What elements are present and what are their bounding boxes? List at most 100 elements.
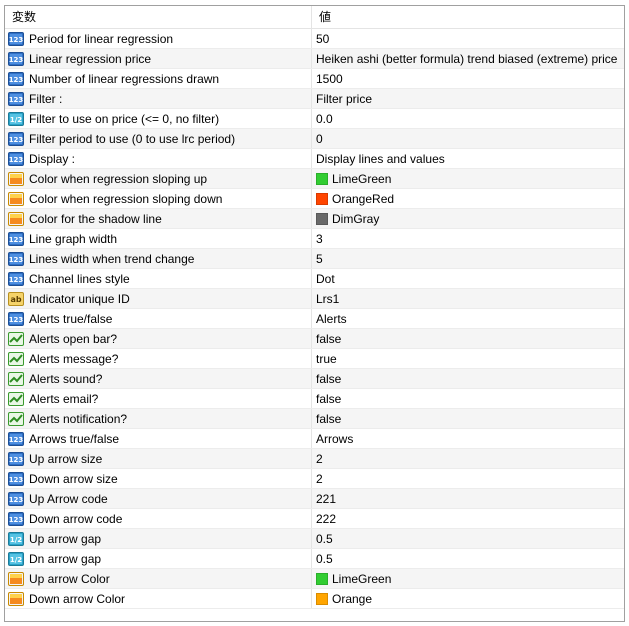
parameter-name-cell[interactable]: 123 Linear regression price bbox=[5, 49, 312, 68]
parameter-value-cell[interactable]: DimGray bbox=[312, 209, 624, 228]
parameter-row[interactable]: ab Indicator unique ID Lrs1 bbox=[5, 289, 624, 309]
color-swatch[interactable] bbox=[316, 572, 328, 585]
color-swatch[interactable] bbox=[316, 212, 328, 225]
parameter-row[interactable]: 123 Down arrow size 2 bbox=[5, 469, 624, 489]
parameter-value-cell[interactable]: 2 bbox=[312, 469, 624, 488]
parameter-row[interactable]: 123 Down arrow code 222 bbox=[5, 509, 624, 529]
parameter-value-cell[interactable]: 2 bbox=[312, 449, 624, 468]
parameter-row[interactable]: Alerts sound? false bbox=[5, 369, 624, 389]
parameter-value-cell[interactable]: Heiken ashi (better formula) trend biase… bbox=[312, 49, 624, 68]
color-swatch[interactable] bbox=[316, 192, 328, 205]
parameter-value-cell[interactable]: Dot bbox=[312, 269, 624, 288]
parameter-value-cell[interactable]: 1500 bbox=[312, 69, 624, 88]
parameter-value: 50 bbox=[316, 31, 330, 46]
column-header-name[interactable]: 変数 bbox=[5, 6, 312, 28]
parameter-value-cell[interactable]: 0 bbox=[312, 129, 624, 148]
parameter-name-cell[interactable]: 123 Line graph width bbox=[5, 229, 312, 248]
parameter-value-cell[interactable]: 3 bbox=[312, 229, 624, 248]
parameter-value-cell[interactable]: Orange bbox=[312, 589, 624, 608]
parameter-name-cell[interactable]: 123 Channel lines style bbox=[5, 269, 312, 288]
parameter-value-cell[interactable]: 222 bbox=[312, 509, 624, 528]
parameter-row[interactable]: Color when regression sloping down Orange… bbox=[5, 189, 624, 209]
color-swatch[interactable] bbox=[316, 592, 328, 605]
parameter-row[interactable]: 123 Filter period to use (0 to use lrc pe… bbox=[5, 129, 624, 149]
parameter-row[interactable]: Alerts notification? false bbox=[5, 409, 624, 429]
parameter-value-cell[interactable]: Alerts bbox=[312, 309, 624, 328]
parameter-name-cell[interactable]: Color when regression sloping up bbox=[5, 169, 312, 188]
parameter-value-cell[interactable]: 50 bbox=[312, 29, 624, 48]
parameter-name-cell[interactable]: Down arrow Color bbox=[5, 589, 312, 608]
parameter-name-cell[interactable]: 123 Period for linear regression bbox=[5, 29, 312, 48]
parameter-value-cell[interactable]: 0.5 bbox=[312, 529, 624, 548]
parameter-name-cell[interactable]: Alerts sound? bbox=[5, 369, 312, 388]
parameter-name-cell[interactable]: 1/2 Dn arrow gap bbox=[5, 549, 312, 568]
parameter-value-cell[interactable]: 221 bbox=[312, 489, 624, 508]
parameter-name-cell[interactable]: 123 Display : bbox=[5, 149, 312, 168]
parameter-row[interactable]: Alerts email? false bbox=[5, 389, 624, 409]
parameter-name-cell[interactable]: 123 Arrows true/false bbox=[5, 429, 312, 448]
parameter-value-cell[interactable]: Lrs1 bbox=[312, 289, 624, 308]
parameter-row[interactable]: Color for the shadow line DimGray bbox=[5, 209, 624, 229]
parameter-row[interactable]: 123 Period for linear regression 50 bbox=[5, 29, 624, 49]
parameter-name-cell[interactable]: Alerts notification? bbox=[5, 409, 312, 428]
parameter-name-cell[interactable]: 123 Up Arrow code bbox=[5, 489, 312, 508]
parameter-name-cell[interactable]: 1/2 Filter to use on price (<= 0, no filt… bbox=[5, 109, 312, 128]
parameter-row[interactable]: 123 Up Arrow code 221 bbox=[5, 489, 624, 509]
parameter-name-cell[interactable]: ab Indicator unique ID bbox=[5, 289, 312, 308]
parameter-value-cell[interactable]: 0.5 bbox=[312, 549, 624, 568]
parameter-name-cell[interactable]: 123 Lines width when trend change bbox=[5, 249, 312, 268]
parameter-name-cell[interactable]: Color when regression sloping down bbox=[5, 189, 312, 208]
parameter-row[interactable]: Down arrow Color Orange bbox=[5, 589, 624, 609]
parameter-name-cell[interactable]: 1/2 Up arrow gap bbox=[5, 529, 312, 548]
parameter-value-cell[interactable]: Filter price bbox=[312, 89, 624, 108]
parameter-name-cell[interactable]: 123 Alerts true/false bbox=[5, 309, 312, 328]
parameter-row[interactable]: Alerts open bar? false bbox=[5, 329, 624, 349]
parameter-row[interactable]: 123 Up arrow size 2 bbox=[5, 449, 624, 469]
parameter-name-cell[interactable]: 123 Down arrow code bbox=[5, 509, 312, 528]
integer-type-icon: 123 bbox=[8, 451, 24, 466]
parameter-row[interactable]: 1/2 Up arrow gap 0.5 bbox=[5, 529, 624, 549]
parameter-row[interactable]: 123 Arrows true/false Arrows bbox=[5, 429, 624, 449]
parameter-value-cell[interactable]: 0.0 bbox=[312, 109, 624, 128]
parameter-name-cell[interactable]: 123 Up arrow size bbox=[5, 449, 312, 468]
parameter-value: false bbox=[316, 331, 342, 346]
parameter-row[interactable]: 123 Channel lines style Dot bbox=[5, 269, 624, 289]
svg-text:123: 123 bbox=[9, 236, 24, 244]
parameter-name-cell[interactable]: 123 Filter : bbox=[5, 89, 312, 108]
parameter-value-cell[interactable]: true bbox=[312, 349, 624, 368]
parameter-row[interactable]: 123 Linear regression price Heiken ashi (b… bbox=[5, 49, 624, 69]
parameter-name-cell[interactable]: 123 Down arrow size bbox=[5, 469, 312, 488]
parameter-value-cell[interactable]: false bbox=[312, 409, 624, 428]
parameter-name-cell[interactable]: Color for the shadow line bbox=[5, 209, 312, 228]
parameter-row[interactable]: 123 Lines width when trend change 5 bbox=[5, 249, 624, 269]
color-swatch[interactable] bbox=[316, 172, 328, 185]
parameter-name-cell[interactable]: 123 Filter period to use (0 to use lrc pe… bbox=[5, 129, 312, 148]
parameter-value-cell[interactable]: false bbox=[312, 369, 624, 388]
parameter-row[interactable]: Up arrow Color LimeGreen bbox=[5, 569, 624, 589]
parameter-value-cell[interactable]: 5 bbox=[312, 249, 624, 268]
parameter-row[interactable]: 123 Line graph width 3 bbox=[5, 229, 624, 249]
parameter-row[interactable]: 1/2 Filter to use on price (<= 0, no filt… bbox=[5, 109, 624, 129]
parameter-name: Linear regression price bbox=[29, 51, 152, 66]
parameter-row[interactable]: 123 Alerts true/false Alerts bbox=[5, 309, 624, 329]
parameter-value-cell[interactable]: false bbox=[312, 389, 624, 408]
parameter-value-cell[interactable]: Display lines and values bbox=[312, 149, 624, 168]
column-header-value[interactable]: 値 bbox=[312, 6, 624, 28]
parameter-row[interactable]: Color when regression sloping up LimeGree… bbox=[5, 169, 624, 189]
parameter-row[interactable]: 123 Filter : Filter price bbox=[5, 89, 624, 109]
parameter-row[interactable]: 123 Number of linear regressions drawn 150… bbox=[5, 69, 624, 89]
parameter-name-cell[interactable]: Alerts open bar? bbox=[5, 329, 312, 348]
parameter-value-cell[interactable]: LimeGreen bbox=[312, 569, 624, 588]
parameter-name-cell[interactable]: Alerts message? bbox=[5, 349, 312, 368]
parameter-value-cell[interactable]: LimeGreen bbox=[312, 169, 624, 188]
parameter-row[interactable]: 123 Display : Display lines and values bbox=[5, 149, 624, 169]
parameter-value-cell[interactable]: false bbox=[312, 329, 624, 348]
parameter-name-cell[interactable]: Up arrow Color bbox=[5, 569, 312, 588]
parameter-row[interactable]: Alerts message? true bbox=[5, 349, 624, 369]
svg-text:1/2: 1/2 bbox=[10, 556, 22, 564]
parameter-value-cell[interactable]: OrangeRed bbox=[312, 189, 624, 208]
parameter-value-cell[interactable]: Arrows bbox=[312, 429, 624, 448]
parameter-name-cell[interactable]: 123 Number of linear regressions drawn bbox=[5, 69, 312, 88]
parameter-name-cell[interactable]: Alerts email? bbox=[5, 389, 312, 408]
parameter-row[interactable]: 1/2 Dn arrow gap 0.5 bbox=[5, 549, 624, 569]
